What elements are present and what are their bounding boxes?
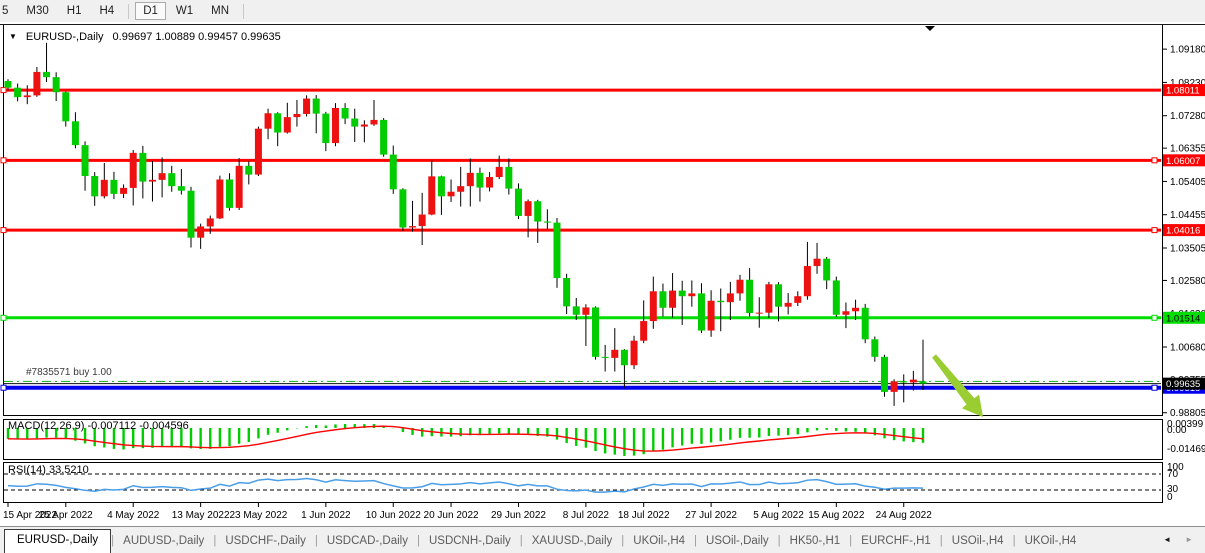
tab-audusd-daily[interactable]: AUDUSD-,Daily [114,531,213,553]
svg-text:4 May 2022: 4 May 2022 [107,510,160,521]
svg-text:-0.01469: -0.01469 [1167,444,1205,455]
svg-text:0.99518: 0.99518 [1166,383,1200,394]
svg-text:5 Aug 2022: 5 Aug 2022 [753,510,804,521]
toolbar-separator [243,4,244,19]
level-price-label [1163,84,1205,96]
chart-ohlc-readout: 0.99697 1.00889 0.99457 0.99635 [113,31,281,43]
level-price-label [1163,312,1205,324]
chart-symbol-period: EURUSD-,Daily [26,31,104,43]
svg-text:0.00: 0.00 [1167,425,1187,436]
svg-text:1.08230: 1.08230 [1170,78,1205,89]
svg-text:30: 30 [1167,484,1179,495]
tabs-scroll-left-icon[interactable]: ◄ [1163,535,1171,544]
chart-menu-icon[interactable]: ▼ [9,33,17,41]
tab-usoil-daily[interactable]: USOil-,Daily [697,531,778,553]
svg-text:1.03505: 1.03505 [1170,244,1205,255]
timeframe-toolbar: 5M30H1H4 D1W1MN [0,0,1205,22]
tab-usdcnh-daily[interactable]: USDCNH-,Daily [420,531,520,553]
svg-text:1.04455: 1.04455 [1170,210,1205,221]
tab-eurchf-h1[interactable]: EURCHF-,H1 [852,531,940,553]
bid-price-label [1163,378,1205,390]
date-axis: 15 Apr 202225 Apr 2022 4 May 2022 13 May 2… [3,503,932,521]
macd-label: MACD(12,26,9) -0.007112 -0.004596 [8,420,189,432]
svg-text:1.05405: 1.05405 [1170,177,1205,188]
svg-text:100: 100 [1167,462,1184,473]
svg-text:27 Jul 2022: 27 Jul 2022 [685,510,737,521]
svg-text:8 Jul 2022: 8 Jul 2022 [563,510,610,521]
tab-eurusd-daily[interactable]: EURUSD-,Daily [4,529,111,553]
price-chart-area[interactable] [3,25,1163,416]
svg-text:18 Jul 2022: 18 Jul 2022 [618,510,670,521]
svg-text:23 May 2022: 23 May 2022 [230,510,288,521]
svg-text:1.01630: 1.01630 [1170,309,1205,320]
svg-text:1.08011: 1.08011 [1166,86,1200,97]
window-top-border [0,24,1205,25]
level-price-label [1163,224,1205,236]
tf-button-h1[interactable]: H1 [59,2,90,20]
price-axis: 1.09180 1.08230 1.07280 1.06355 1.05405 1.044… [1163,45,1205,420]
toolbar-separator [128,4,129,19]
tf-button-mn[interactable]: MN [203,2,237,20]
svg-text:1.00680: 1.00680 [1170,343,1205,354]
svg-text:24 Aug 2022: 24 Aug 2022 [876,510,933,521]
symbol-tabbar: EURUSD-,Daily|AUDUSD-,Daily|USDCHF-,Dail… [0,526,1205,553]
svg-text:0.99755: 0.99755 [1170,375,1205,386]
svg-text:1.07280: 1.07280 [1170,111,1205,122]
svg-text:1 Jun 2022: 1 Jun 2022 [301,510,351,521]
svg-text:20 Jun 2022: 20 Jun 2022 [424,510,479,521]
svg-text:0.99635: 0.99635 [1166,379,1200,390]
svg-text:1.04016: 1.04016 [1166,226,1200,237]
svg-text:15 Apr 2022: 15 Apr 2022 [3,510,57,521]
svg-text:29 Jun 2022: 29 Jun 2022 [491,510,546,521]
svg-text:1.09180: 1.09180 [1170,45,1205,56]
svg-text:1.06007: 1.06007 [1166,156,1200,167]
svg-text:1.01514: 1.01514 [1166,313,1200,324]
tf-button-m30[interactable]: M30 [18,2,56,20]
tab-hk50-h1[interactable]: HK50-,H1 [781,531,850,553]
tf-button-w1[interactable]: W1 [168,2,201,20]
tabs-scroll-right-icon[interactable]: ► [1185,535,1193,544]
rsi-label: RSI(14) 33.5210 [8,464,89,476]
svg-text:13 May 2022: 13 May 2022 [172,510,230,521]
tab-usoil-h4[interactable]: USOil-,H4 [943,531,1013,553]
level-price-label [1163,382,1205,394]
svg-text:0.98805: 0.98805 [1170,408,1205,419]
tf-button-h4[interactable]: H4 [91,2,122,20]
tab-xauusd-daily[interactable]: XAUUSD-,Daily [523,531,622,553]
tf-button-d1[interactable]: D1 [135,2,166,20]
svg-text:0: 0 [1167,492,1173,503]
level-price-label [1163,154,1205,166]
chart-title: ▼ EURUSD-,Daily 0.99697 1.00889 0.99457 … [9,31,281,43]
svg-text:1.06355: 1.06355 [1170,144,1205,155]
tab-usdcad-daily[interactable]: USDCAD-,Daily [318,531,417,553]
svg-text:25 Apr 2022: 25 Apr 2022 [39,510,93,521]
tab-ukoil-h4[interactable]: UKOil-,H4 [624,531,694,553]
svg-text:70: 70 [1167,469,1179,480]
tab-scroll-buttons: ◄► [1163,535,1205,553]
svg-text:15 Aug 2022: 15 Aug 2022 [808,510,865,521]
order-label: #7835571 buy 1.00 [26,367,112,378]
svg-text:10 Jun 2022: 10 Jun 2022 [366,510,421,521]
tf-button-5[interactable]: 5 [0,2,16,20]
tab-usdchf-daily[interactable]: USDCHF-,Daily [216,531,315,553]
svg-text:0.00399: 0.00399 [1167,419,1204,430]
tab-ukoil-h4[interactable]: UKOil-,H4 [1016,531,1086,553]
rsi-panel[interactable] [3,462,1163,503]
svg-text:1.02580: 1.02580 [1170,276,1205,287]
